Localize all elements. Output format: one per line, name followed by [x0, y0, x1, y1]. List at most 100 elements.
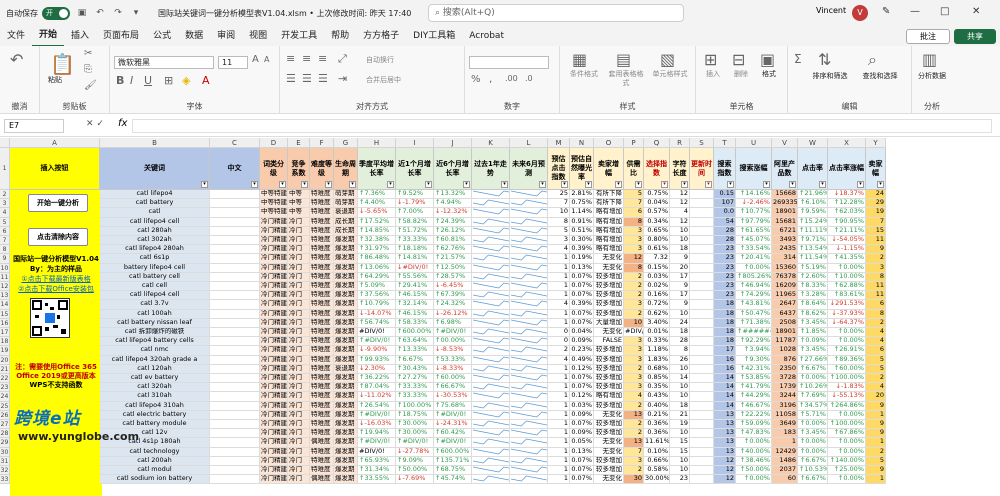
table-cell[interactable]	[210, 383, 260, 393]
table-cell[interactable]	[690, 245, 714, 255]
filter-dropdown-icon[interactable]: ▾	[615, 181, 622, 188]
table-cell[interactable]: 6	[866, 346, 886, 356]
paste-icon[interactable]: 📋	[50, 52, 75, 76]
table-cell[interactable]: ↑#DIV/0!	[396, 438, 434, 448]
table-cell[interactable]: 8	[548, 217, 570, 227]
table-cell[interactable]: 9	[866, 420, 886, 430]
menu-tab-9[interactable]: 帮助	[324, 26, 356, 46]
font-name-select[interactable]: 微软雅黑	[114, 56, 214, 69]
table-cell[interactable]: 较多增加	[594, 309, 624, 319]
table-cell[interactable]: ↑34.57%	[798, 401, 828, 411]
table-cell[interactable]: 10	[670, 392, 690, 402]
menu-tab-3[interactable]: 页面布局	[96, 26, 146, 46]
table-cell[interactable]: 4	[624, 392, 644, 402]
table-cell[interactable]: 冷门精建词	[260, 429, 288, 439]
table-cell[interactable]: ↑63.64%	[396, 337, 434, 347]
table-cell[interactable]: 5	[624, 190, 644, 200]
row-header[interactable]: 30	[0, 447, 10, 457]
table-cell[interactable]: 较多增加	[594, 456, 624, 466]
table-cell[interactable]: 特难度	[310, 456, 334, 466]
column-header[interactable]: Y	[866, 138, 886, 148]
table-cell[interactable]: 特难度	[310, 217, 334, 227]
table-cell[interactable]: 冷门	[288, 236, 310, 246]
table-cell[interactable]: 0.12%	[570, 364, 594, 374]
table-cell[interactable]: 0.07%	[570, 318, 594, 328]
keyword-cell[interactable]: catl 310ah	[100, 392, 210, 402]
menu-tab-10[interactable]: 方方格子	[356, 26, 406, 46]
italic-icon[interactable]: I	[130, 74, 133, 87]
table-cell[interactable]: 特难度	[310, 420, 334, 430]
table-cell[interactable]: 5	[866, 364, 886, 374]
table-cell[interactable]: ↑60.00%	[434, 374, 472, 384]
align-left-icon[interactable]: ☰	[286, 72, 296, 85]
table-cell[interactable]: 冷门	[288, 401, 310, 411]
table-cell[interactable]: ↑46.15%	[396, 291, 434, 301]
table-cell[interactable]: 爆发期	[334, 282, 358, 292]
table-cell[interactable]: 11965	[772, 291, 798, 301]
column-header[interactable]: W	[798, 138, 828, 148]
column-header[interactable]: V	[772, 138, 798, 148]
table-cell[interactable]: 2	[624, 291, 644, 301]
table-cell[interactable]: 特难度	[310, 236, 334, 246]
filter-dropdown-icon[interactable]: ▾	[877, 181, 884, 188]
row-header[interactable]: 7	[0, 236, 10, 246]
table-cell[interactable]: ↑74.29%	[736, 291, 772, 301]
table-cell[interactable]: 冷门	[288, 328, 310, 338]
table-cell[interactable]: ↑30.00%	[396, 420, 434, 430]
table-cell[interactable]	[210, 291, 260, 301]
table-cell[interactable]: 冷门精建词	[260, 254, 288, 264]
avatar[interactable]: V	[852, 5, 868, 21]
table-cell[interactable]: 2	[866, 318, 886, 328]
table-cell[interactable]: 冷门	[288, 364, 310, 374]
column-header[interactable]: I	[396, 138, 434, 148]
table-cell[interactable]: 有所下降	[594, 190, 624, 200]
table-cell[interactable]: 特难度	[310, 337, 334, 347]
table-cell[interactable]: ↑21.57%	[434, 254, 472, 264]
table-cell[interactable]	[210, 364, 260, 374]
table-cell[interactable]: ↑45.74%	[434, 475, 472, 485]
table-cell[interactable]	[210, 346, 260, 356]
table-cell[interactable]: 2	[624, 466, 644, 476]
table-cell[interactable]: ↑100.00%	[396, 401, 434, 411]
table-cell[interactable]: ↑3.45%	[798, 318, 828, 328]
keyword-cell[interactable]: catl 100ah	[100, 309, 210, 319]
table-cell[interactable]	[210, 328, 260, 338]
insert-cells-button[interactable]: 插入	[702, 70, 724, 79]
table-cell[interactable]: 7	[624, 199, 644, 209]
table-cell[interactable]	[210, 410, 260, 420]
table-cell[interactable]: 无变化	[594, 447, 624, 457]
table-cell[interactable]	[210, 429, 260, 439]
menu-tab-6[interactable]: 审阅	[210, 26, 242, 46]
table-cell[interactable]: 12429	[772, 447, 798, 457]
table-cell[interactable]: 冷门精建词	[260, 318, 288, 328]
keyword-cell[interactable]: catl ev battery	[100, 374, 210, 384]
table-cell[interactable]: 无变化	[594, 263, 624, 273]
table-cell[interactable]: ↓-8.33%	[434, 364, 472, 374]
table-cell[interactable]: 成长期	[334, 217, 358, 227]
table-cell[interactable]: 0.10%	[644, 447, 670, 457]
table-cell[interactable]: 19	[670, 420, 690, 430]
row-header[interactable]: 25	[0, 401, 10, 411]
table-cell[interactable]: 中等特建词	[260, 208, 288, 218]
table-cell[interactable]: ↑45.07%	[736, 236, 772, 246]
table-cell[interactable]: 12	[670, 199, 690, 209]
table-cell[interactable]: ↑#######	[736, 328, 772, 338]
table-cell[interactable]	[210, 337, 260, 347]
table-cell[interactable]: 2350	[772, 364, 798, 374]
table-cell[interactable]: 大量增加	[594, 318, 624, 328]
table-cell[interactable]: 特难度	[310, 300, 334, 310]
table-format-button[interactable]: 套用表格格式	[606, 70, 646, 88]
table-cell[interactable]: 较多增加	[594, 383, 624, 393]
table-cell[interactable]: 萌芽期	[334, 190, 358, 200]
find-select-icon[interactable]: ⌕	[868, 50, 877, 70]
table-cell[interactable]: 冷门	[288, 291, 310, 301]
keyword-cell[interactable]: catl technology	[100, 447, 210, 457]
align-bottom-icon[interactable]: ≡	[318, 52, 327, 65]
row-header[interactable]: 17	[0, 328, 10, 338]
column-header[interactable]: G	[334, 138, 358, 148]
table-cell[interactable]: 14	[670, 374, 690, 384]
table-cell[interactable]	[210, 272, 260, 282]
table-format-icon[interactable]: ▤	[616, 50, 631, 69]
table-cell[interactable]: 5	[548, 226, 570, 236]
table-cell[interactable]: 2	[866, 254, 886, 264]
